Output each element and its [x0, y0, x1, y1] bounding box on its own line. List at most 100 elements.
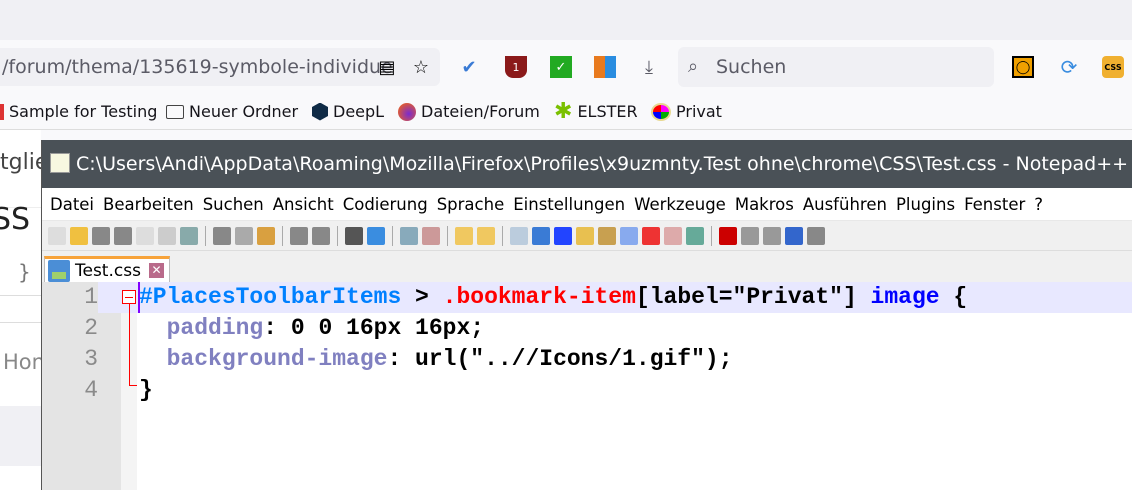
code-token: padding	[166, 315, 264, 341]
ublock-icon[interactable]: 1	[505, 56, 527, 78]
bookmark-label: DeepL	[333, 102, 385, 121]
toolbar-separator	[282, 225, 283, 246]
menu-item[interactable]: ?	[1034, 195, 1048, 214]
menu-item[interactable]: Werkzeuge	[634, 195, 731, 214]
code-text: background-image: url("..//Icons/1.gif")…	[139, 344, 733, 375]
toolbar-button-icon[interactable]	[763, 226, 781, 245]
toolbar-button-icon[interactable]	[554, 226, 572, 245]
code-token: : 0 0 16px 16px;	[263, 315, 485, 341]
toolbar-button-icon[interactable]	[477, 226, 495, 245]
notepad-icon	[50, 153, 70, 173]
code-token: {	[939, 284, 968, 310]
toolbar-button-icon[interactable]	[312, 226, 330, 245]
bookmark-neuer-ordner[interactable]: Neuer Ordner	[166, 102, 298, 121]
search-placeholder: Suchen	[716, 56, 787, 78]
download-icon[interactable]: ⤓	[638, 56, 660, 78]
toolbar-button-icon[interactable]	[235, 226, 253, 245]
toolbar-button-icon[interactable]	[136, 226, 154, 245]
toolbar-button-icon[interactable]	[70, 226, 88, 245]
url-bar[interactable]: /forum/thema/135619-symbole-individue	[0, 48, 440, 86]
menu-item[interactable]: Plugins	[896, 195, 960, 214]
toolbar-button-icon[interactable]	[92, 226, 110, 245]
menu-item[interactable]: Codierung	[343, 195, 433, 214]
magnifier-extension-icon[interactable]: ◯	[1012, 56, 1034, 78]
toolbar-button-icon[interactable]	[48, 226, 66, 245]
toolbar-separator	[392, 225, 393, 246]
toolbar-button-icon[interactable]	[598, 226, 616, 245]
reader-view-icon[interactable]: ▤	[376, 56, 398, 78]
notepad-plus-plus-window: C:\Users\Andi\AppData\Roaming\Mozilla\Fi…	[41, 140, 1132, 490]
menu-item[interactable]: Datei	[50, 195, 99, 214]
bookmark-dateien-forum[interactable]: Dateien/Forum	[398, 102, 540, 121]
refresh-extension-icon[interactable]: ⟳	[1058, 55, 1080, 79]
line-number: 2	[42, 313, 98, 344]
window-title: C:\Users\Andi\AppData\Roaming\Mozilla\Fi…	[76, 153, 1129, 175]
code-line: 2 padding: 0 0 16px 16px;	[42, 313, 1132, 344]
menu-item[interactable]: Bearbeiten	[103, 195, 199, 214]
background-webpage: tglie SS } Hon	[0, 130, 41, 490]
bookmark-elster[interactable]: ✱ ELSTER	[554, 100, 638, 122]
line-number: 4	[42, 375, 98, 406]
toolbar-button-icon[interactable]	[290, 226, 308, 245]
menu-item[interactable]: Makros	[735, 195, 799, 214]
bookmarks-toolbar: Sample for Testing Neuer Ordner DeepL Da…	[0, 92, 1132, 130]
toolbar-button-icon[interactable]	[620, 226, 638, 245]
code-line: 4}	[42, 375, 1132, 406]
code-token: background-image	[166, 346, 388, 372]
toolbar	[42, 220, 1132, 250]
toolbar-button-icon[interactable]	[345, 226, 363, 245]
page-fragment: tglie	[0, 150, 41, 208]
firefox-icon	[398, 102, 416, 121]
code-line: 3 background-image: url("..//Icons/1.gif…	[42, 344, 1132, 375]
menu-item[interactable]: Einstellungen	[513, 195, 630, 214]
toolbar-button-icon[interactable]	[785, 226, 803, 245]
battery-extension-icon[interactable]	[594, 56, 616, 78]
folder-icon	[166, 104, 184, 119]
toolbar-button-icon[interactable]	[114, 226, 132, 245]
bookmark-label: Privat	[676, 102, 722, 121]
tab-test-css[interactable]: Test.css ✕	[44, 256, 170, 283]
toolbar-button-icon[interactable]	[532, 226, 550, 245]
fold-line	[129, 304, 130, 385]
toolbar-button-icon[interactable]	[400, 226, 418, 245]
code-token: .bookmark-item	[442, 284, 636, 310]
search-icon: ⌕	[688, 56, 699, 77]
toolbar-button-icon[interactable]	[510, 226, 528, 245]
css-extension-icon[interactable]: CSS	[1102, 56, 1124, 78]
cookie-check-icon[interactable]: ✓	[550, 56, 572, 78]
toolbar-button-icon[interactable]	[686, 226, 704, 245]
bookmark-sample-for-testing[interactable]: Sample for Testing	[0, 102, 157, 121]
bookmark-star-icon[interactable]: ☆	[410, 56, 432, 78]
toolbar-button-icon[interactable]	[642, 226, 660, 245]
toolbar-button-icon[interactable]	[367, 226, 385, 245]
fold-end-marker	[129, 385, 137, 386]
code-editor[interactable]: 1 #PlacesToolbarItems > .bookmark-item[la…	[42, 282, 1132, 490]
w3c-validator-icon[interactable]: ✔	[458, 56, 480, 78]
save-state-icon	[48, 260, 70, 282]
toolbar-button-icon[interactable]	[257, 226, 275, 245]
menu-item[interactable]: Fenster	[964, 195, 1030, 214]
bookmark-privat[interactable]: Privat	[651, 102, 722, 121]
window-title-bar: C:\Users\Andi\AppData\Roaming\Mozilla\Fi…	[42, 140, 1132, 188]
toolbar-button-icon[interactable]	[213, 226, 231, 245]
toolbar-button-icon[interactable]	[719, 226, 737, 245]
toolbar-button-icon[interactable]	[576, 226, 594, 245]
toolbar-button-icon[interactable]	[664, 226, 682, 245]
fold-collapse-icon[interactable]	[122, 290, 136, 304]
close-tab-icon[interactable]: ✕	[149, 263, 164, 278]
text-cursor	[138, 282, 140, 313]
toolbar-button-icon[interactable]	[422, 226, 440, 245]
menu-item[interactable]: Ansicht	[273, 195, 339, 214]
toolbar-button-icon[interactable]	[158, 226, 176, 245]
bookmark-deepl[interactable]: DeepL	[312, 102, 384, 121]
toolbar-button-icon[interactable]	[180, 226, 198, 245]
search-input[interactable]: ⌕ Suchen	[678, 47, 994, 87]
toolbar-button-icon[interactable]	[807, 226, 825, 245]
menu-item[interactable]: Ausführen	[803, 195, 892, 214]
toolbar-button-icon[interactable]	[455, 226, 473, 245]
menu-item[interactable]: Sprache	[437, 195, 510, 214]
code-token: #PlacesToolbarItems	[139, 284, 402, 310]
toolbar-button-icon[interactable]	[741, 226, 759, 245]
menu-item[interactable]: Suchen	[203, 195, 269, 214]
